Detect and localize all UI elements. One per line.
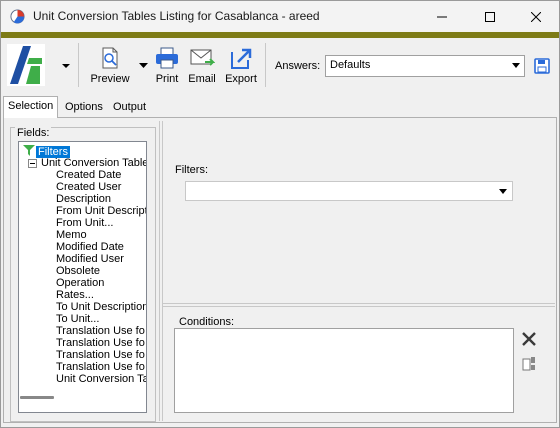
preview-button[interactable]: Preview [85, 44, 135, 90]
tab-options[interactable]: Options [61, 98, 107, 117]
email-label: Email [188, 73, 216, 85]
preview-icon [102, 47, 118, 69]
close-icon [531, 11, 541, 22]
tab-selection[interactable]: Selection [3, 96, 58, 118]
logo-dropdown-icon[interactable] [61, 62, 71, 70]
maximize-icon [485, 11, 495, 22]
app-pie-icon [10, 9, 25, 24]
tree-item[interactable]: From Unit Descript [56, 205, 146, 217]
tree-item[interactable]: Created Date [56, 169, 121, 181]
tree-item[interactable]: Created User [56, 181, 121, 193]
title-bar: Unit Conversion Tables Listing for Casab… [1, 1, 559, 32]
fields-tree[interactable]: Filters Unit Conversion Table Created Da… [18, 141, 147, 413]
filters-select[interactable] [185, 181, 513, 201]
export-label: Export [225, 73, 257, 85]
print-label: Print [155, 73, 179, 85]
window-title: Unit Conversion Tables Listing for Casab… [33, 9, 320, 23]
fields-label: Fields: [15, 127, 52, 139]
tree-item[interactable]: To Unit Description [56, 301, 146, 313]
export-icon [231, 48, 252, 69]
maximize-button[interactable] [467, 1, 513, 32]
tree-item[interactable]: Translation Use fo [56, 337, 145, 349]
toolbar: Preview Print Email Export Answers: Defa… [1, 38, 559, 93]
vertical-splitter[interactable] [159, 121, 163, 421]
report-window: Unit Conversion Tables Listing for Casab… [0, 0, 560, 428]
tree-collapse-toggle[interactable] [28, 159, 37, 168]
tree-item[interactable]: From Unit... [56, 217, 113, 229]
tree-horizontal-scrollbar[interactable] [20, 396, 54, 399]
horizontal-splitter[interactable] [163, 303, 555, 307]
tree-item[interactable]: Translation Use fo [56, 361, 145, 373]
tree-item[interactable]: Translation Use fo [56, 325, 145, 337]
minimize-icon [437, 16, 447, 17]
tree-item[interactable]: Translation Use fo [56, 349, 145, 361]
app-logo-icon[interactable] [7, 44, 45, 86]
preview-label: Preview [90, 73, 130, 85]
answers-select[interactable]: Defaults [325, 55, 525, 77]
minimize-button[interactable] [419, 1, 465, 32]
export-button[interactable]: Export [221, 44, 261, 90]
condition-options-icon[interactable] [522, 356, 536, 372]
tree-item[interactable]: Operation [56, 277, 104, 289]
tree-item[interactable]: Modified User [56, 253, 124, 265]
tab-strip: Selection Options Output [1, 96, 559, 118]
chevron-down-icon [499, 189, 507, 194]
email-button[interactable]: Email [185, 44, 219, 90]
print-button[interactable]: Print [151, 44, 183, 90]
save-icon[interactable] [534, 58, 550, 74]
answers-label: Answers: [275, 60, 321, 72]
conditions-list[interactable] [174, 328, 514, 413]
answers-value: Defaults [330, 59, 371, 71]
tree-item[interactable]: Description [56, 193, 111, 205]
tree-item[interactable]: Memo [56, 229, 87, 241]
filter-icon [23, 145, 35, 156]
tree-item[interactable]: Modified Date [56, 241, 124, 253]
tree-item-group[interactable]: Unit Conversion Table [41, 157, 146, 169]
toolbar-separator [265, 43, 266, 87]
toolbar-separator [78, 43, 79, 87]
email-icon [190, 49, 215, 66]
tree-item[interactable]: To Unit... [56, 313, 99, 325]
delete-condition-icon[interactable] [521, 331, 537, 347]
close-button[interactable] [513, 1, 559, 32]
tree-item[interactable]: Unit Conversion Ta [56, 373, 146, 385]
filters-label: Filters: [175, 164, 208, 176]
tree-item-filters[interactable]: Filters [23, 145, 70, 158]
tab-output[interactable]: Output [109, 98, 150, 117]
conditions-label: Conditions: [179, 316, 235, 328]
tree-item[interactable]: Rates... [56, 289, 94, 301]
printer-icon [156, 47, 178, 69]
tree-item[interactable]: Obsolete [56, 265, 100, 277]
preview-dropdown-icon[interactable] [139, 62, 148, 69]
chevron-down-icon [512, 63, 520, 68]
